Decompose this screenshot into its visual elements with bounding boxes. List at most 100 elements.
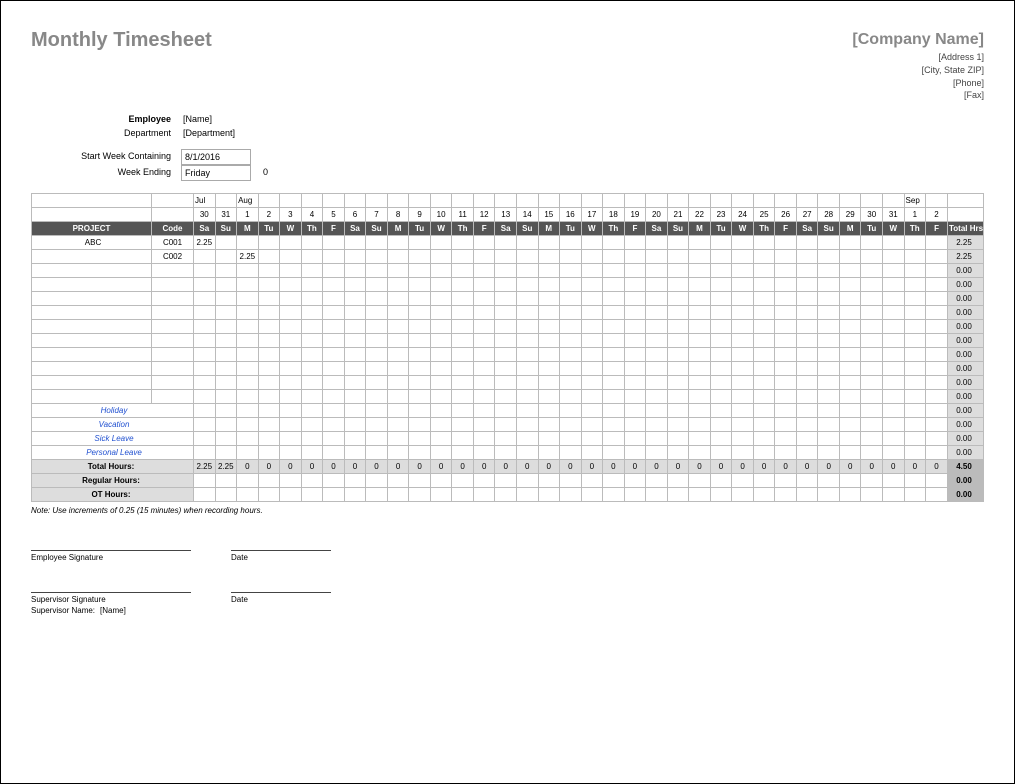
hours-cell[interactable] [667, 320, 689, 334]
hours-cell[interactable] [839, 320, 861, 334]
hours-cell[interactable] [839, 446, 861, 460]
hours-cell[interactable] [473, 404, 495, 418]
hours-cell[interactable] [689, 362, 711, 376]
hours-cell[interactable] [516, 432, 538, 446]
ot-cell[interactable] [839, 488, 861, 502]
hours-cell[interactable] [753, 362, 775, 376]
ot-cell[interactable] [710, 488, 732, 502]
hours-cell[interactable] [689, 334, 711, 348]
hours-cell[interactable] [603, 264, 625, 278]
hours-cell[interactable] [387, 334, 409, 348]
hours-cell[interactable] [430, 236, 452, 250]
hours-cell[interactable] [473, 362, 495, 376]
hours-cell[interactable] [194, 306, 216, 320]
hours-cell[interactable] [194, 446, 216, 460]
hours-cell[interactable] [732, 292, 754, 306]
hours-cell[interactable] [280, 404, 302, 418]
hours-cell[interactable] [926, 236, 948, 250]
hours-cell[interactable] [775, 432, 797, 446]
project-cell[interactable] [32, 390, 152, 404]
hours-cell[interactable] [796, 418, 818, 432]
hours-cell[interactable] [452, 278, 474, 292]
hours-cell[interactable] [280, 320, 302, 334]
hours-cell[interactable] [258, 264, 280, 278]
hours-cell[interactable] [194, 292, 216, 306]
hours-cell[interactable] [689, 292, 711, 306]
ot-cell[interactable] [646, 488, 668, 502]
hours-cell[interactable] [194, 418, 216, 432]
hours-cell[interactable] [473, 264, 495, 278]
hours-cell[interactable] [516, 376, 538, 390]
regular-cell[interactable] [646, 474, 668, 488]
ot-cell[interactable] [495, 488, 517, 502]
hours-cell[interactable] [366, 404, 388, 418]
hours-cell[interactable] [538, 236, 560, 250]
hours-cell[interactable] [430, 432, 452, 446]
hours-cell[interactable] [732, 264, 754, 278]
hours-cell[interactable] [775, 334, 797, 348]
hours-cell[interactable] [732, 390, 754, 404]
hours-cell[interactable] [258, 334, 280, 348]
hours-cell[interactable] [495, 404, 517, 418]
hours-cell[interactable] [237, 390, 259, 404]
hours-cell[interactable] [516, 446, 538, 460]
hours-cell[interactable] [904, 320, 926, 334]
hours-cell[interactable] [624, 348, 646, 362]
regular-cell[interactable] [839, 474, 861, 488]
hours-cell[interactable] [796, 376, 818, 390]
hours-cell[interactable] [796, 334, 818, 348]
hours-cell[interactable] [603, 446, 625, 460]
hours-cell[interactable] [452, 320, 474, 334]
hours-cell[interactable] [366, 264, 388, 278]
hours-cell[interactable] [409, 320, 431, 334]
hours-cell[interactable] [387, 446, 409, 460]
hours-cell[interactable] [775, 306, 797, 320]
hours-cell[interactable] [624, 432, 646, 446]
hours-cell[interactable] [366, 250, 388, 264]
hours-cell[interactable] [258, 376, 280, 390]
hours-cell[interactable] [387, 264, 409, 278]
hours-cell[interactable] [753, 306, 775, 320]
hours-cell[interactable] [839, 292, 861, 306]
hours-cell[interactable] [409, 278, 431, 292]
hours-cell[interactable] [495, 418, 517, 432]
hours-cell[interactable] [710, 432, 732, 446]
hours-cell[interactable] [538, 334, 560, 348]
hours-cell[interactable] [452, 292, 474, 306]
hours-cell[interactable] [581, 446, 603, 460]
hours-cell[interactable] [560, 446, 582, 460]
regular-cell[interactable] [452, 474, 474, 488]
hours-cell[interactable] [775, 418, 797, 432]
hours-cell[interactable] [215, 334, 237, 348]
hours-cell[interactable] [301, 236, 323, 250]
hours-cell[interactable] [409, 446, 431, 460]
regular-cell[interactable] [366, 474, 388, 488]
hours-cell[interactable] [883, 348, 905, 362]
hours-cell[interactable] [839, 418, 861, 432]
hours-cell[interactable] [646, 250, 668, 264]
hours-cell[interactable] [883, 446, 905, 460]
hours-cell[interactable] [839, 348, 861, 362]
hours-cell[interactable] [538, 348, 560, 362]
ot-cell[interactable] [560, 488, 582, 502]
hours-cell[interactable] [624, 390, 646, 404]
hours-cell[interactable] [215, 250, 237, 264]
hours-cell[interactable] [301, 250, 323, 264]
hours-cell[interactable] [237, 306, 259, 320]
hours-cell[interactable] [839, 432, 861, 446]
hours-cell[interactable] [796, 236, 818, 250]
hours-cell[interactable] [495, 446, 517, 460]
hours-cell[interactable] [430, 404, 452, 418]
hours-cell[interactable] [904, 264, 926, 278]
hours-cell[interactable] [301, 362, 323, 376]
hours-cell[interactable] [409, 264, 431, 278]
hours-cell[interactable] [861, 418, 883, 432]
hours-cell[interactable] [323, 250, 345, 264]
hours-cell[interactable] [883, 432, 905, 446]
hours-cell[interactable] [323, 320, 345, 334]
hours-cell[interactable] [689, 390, 711, 404]
hours-cell[interactable] [646, 362, 668, 376]
hours-cell[interactable] [818, 334, 840, 348]
hours-cell[interactable] [301, 418, 323, 432]
hours-cell[interactable] [646, 432, 668, 446]
